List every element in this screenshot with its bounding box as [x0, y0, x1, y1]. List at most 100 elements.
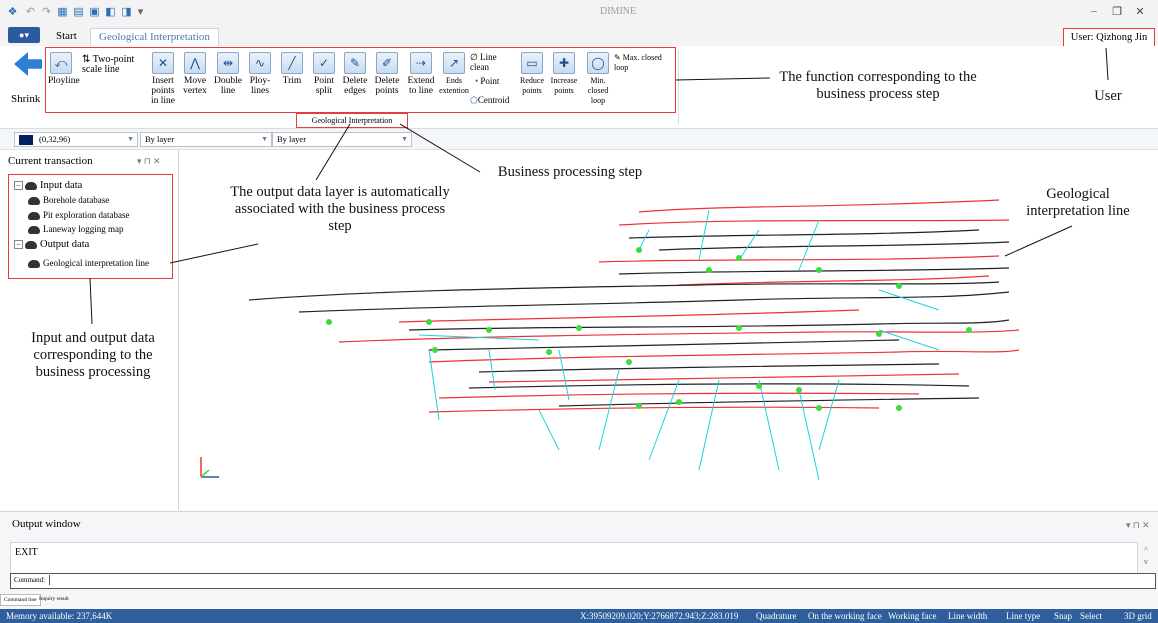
geo-point — [736, 325, 742, 331]
redo-icon[interactable]: ↷ — [40, 6, 53, 19]
eye-icon — [28, 259, 40, 268]
eye-icon — [28, 211, 40, 220]
delete-edges-button[interactable]: ✎ Delete edges — [340, 52, 370, 96]
geo-line — [408, 319, 1010, 331]
geo-line — [658, 241, 1010, 251]
ploy-lines-button[interactable]: ∿ Ploy-lines — [246, 52, 274, 96]
status-snap[interactable]: Snap — [1054, 611, 1072, 621]
tab-geological-interpretation[interactable]: Geological Interpretation — [90, 28, 219, 47]
borehole-trace — [428, 349, 440, 421]
line-clean-icon: ∅ — [470, 52, 481, 62]
grid-icon[interactable]: ▦ — [56, 6, 69, 19]
geo-line — [298, 291, 1010, 313]
layers-icon[interactable]: ▤ — [72, 6, 85, 19]
geo-line — [628, 229, 980, 239]
annotation-business-step: Business processing step — [497, 164, 643, 180]
geo-point — [432, 347, 438, 353]
ribbon-divider — [678, 50, 679, 125]
geo-line — [428, 406, 880, 413]
status-on-working-face[interactable]: On the working face — [808, 611, 882, 621]
line-clean-button[interactable]: ∅ Line clean — [470, 52, 514, 72]
delete-points-icon: ✐ — [376, 52, 398, 74]
customize-icon[interactable]: ▾ — [134, 6, 147, 19]
eye-icon — [25, 240, 37, 249]
panel-controls[interactable]: ▾ ⊓ ✕ — [137, 156, 161, 167]
insert-points-button[interactable]: ✕ Insert points in line — [148, 52, 178, 106]
min-closed-loop-button[interactable]: ◯ Min. closed loop — [580, 52, 616, 106]
double-line-icon: ⇹ — [217, 52, 239, 74]
ends-extention-button[interactable]: ↗ Ends extention — [437, 52, 471, 96]
copy-icon[interactable]: ▣ — [88, 6, 101, 19]
geo-point — [756, 383, 762, 389]
app-menu-button[interactable]: ●▾ — [8, 27, 40, 43]
linetype-select[interactable]: By layer ▼ — [272, 132, 412, 147]
two-point-scale-line-button[interactable]: ⇅ Two-point scale line — [82, 55, 148, 75]
max-closed-loop-icon: ✎ — [614, 53, 623, 62]
geo-point — [676, 399, 682, 405]
increase-points-button[interactable]: ✚ Increase points — [548, 52, 580, 96]
status-working-face[interactable]: Working face — [888, 611, 937, 621]
eye-icon — [28, 225, 40, 234]
point-button[interactable]: • Point — [475, 76, 499, 86]
log-scrollbar[interactable]: ^ v — [1144, 544, 1148, 568]
annotation-io-data: Input and output data corresponding to t… — [31, 330, 155, 380]
trim-button[interactable]: ╱ Trim — [278, 52, 306, 86]
annotation-output-layer: The output data layer is automatically a… — [230, 184, 450, 234]
geo-point — [546, 349, 552, 355]
app-logo-icon: ❖ — [7, 6, 18, 18]
geo-line — [488, 373, 960, 383]
user-badge[interactable]: User: Qizhong Jin — [1063, 28, 1155, 48]
geo-line — [598, 255, 1000, 263]
borehole-trace — [488, 349, 496, 391]
undo-icon[interactable]: ↶ — [24, 6, 37, 19]
reduce-points-button[interactable]: ▭ Reduce points — [518, 52, 546, 96]
reduce-points-icon: ▭ — [521, 52, 543, 74]
status-select[interactable]: Select — [1080, 611, 1102, 621]
tree-item-geo-line[interactable]: Geological interpretation line — [28, 258, 149, 268]
status-line-width[interactable]: Line width — [948, 611, 987, 621]
geo-line — [428, 339, 900, 351]
minimize-icon[interactable]: – — [1085, 5, 1103, 17]
status-line-type[interactable]: Line type — [1006, 611, 1040, 621]
annotation-geo-line: Geological interpretation line — [1026, 186, 1130, 219]
window-icon[interactable]: ◧ — [104, 6, 117, 19]
centroid-button[interactable]: ⬠Centroid — [470, 95, 509, 105]
tree-item-pit[interactable]: Pit exploration database — [28, 210, 129, 220]
status-3d-grid[interactable]: 3D grid — [1124, 611, 1152, 621]
geo-point — [626, 359, 632, 365]
command-input[interactable] — [52, 574, 1152, 587]
tree-input-data[interactable]: – Input data — [14, 180, 82, 191]
output-window-controls[interactable]: ▾ ⊓ ✕ — [1126, 520, 1150, 531]
point-split-icon: ✓ — [313, 52, 335, 74]
restore-icon[interactable]: ❐ — [1108, 5, 1126, 18]
delete-points-button[interactable]: ✐ Delete points — [372, 52, 402, 96]
tab-start[interactable]: Start — [48, 28, 85, 46]
extend-to-line-button[interactable]: ⇢ Extend to line — [405, 52, 437, 96]
chevron-down-icon: ▼ — [261, 135, 268, 143]
max-closed-loop-button[interactable]: ✎ Max. closed loop — [614, 53, 674, 73]
borehole-trace — [638, 229, 650, 251]
close-icon[interactable]: ✕ — [1131, 5, 1149, 18]
borehole-trace — [878, 289, 940, 311]
geo-point — [326, 319, 332, 325]
tool-icon[interactable]: ◨ — [120, 6, 133, 19]
tab-inquiry-result[interactable]: Inquiry result — [36, 596, 72, 602]
tree-item-borehole[interactable]: Borehole database — [28, 195, 109, 205]
layer-select[interactable]: By layer ▼ — [140, 132, 272, 147]
shrink-button[interactable]: Shrink — [11, 93, 40, 105]
borehole-trace — [798, 389, 820, 481]
color-select[interactable]: (0,32,96) ▼ — [14, 132, 138, 147]
geo-line — [428, 349, 1020, 363]
point-split-button[interactable]: ✓ Point split — [310, 52, 338, 96]
annotation-function: The function corresponding to the busine… — [779, 69, 977, 102]
double-line-button[interactable]: ⇹ Double line — [212, 52, 244, 96]
tree-item-laneway[interactable]: Laneway logging map — [28, 224, 123, 234]
borehole-trace — [738, 229, 760, 261]
polyline-button[interactable]: ⤺ Ployline — [48, 52, 80, 86]
status-quadrature[interactable]: Quadrature — [756, 611, 796, 621]
tab-command-line[interactable]: Command line — [0, 594, 41, 606]
move-vertex-button[interactable]: ⋀ Move vertex — [181, 52, 209, 96]
geo-point — [426, 319, 432, 325]
tree-output-data[interactable]: – Output data — [14, 239, 89, 250]
trim-icon: ╱ — [281, 52, 303, 74]
